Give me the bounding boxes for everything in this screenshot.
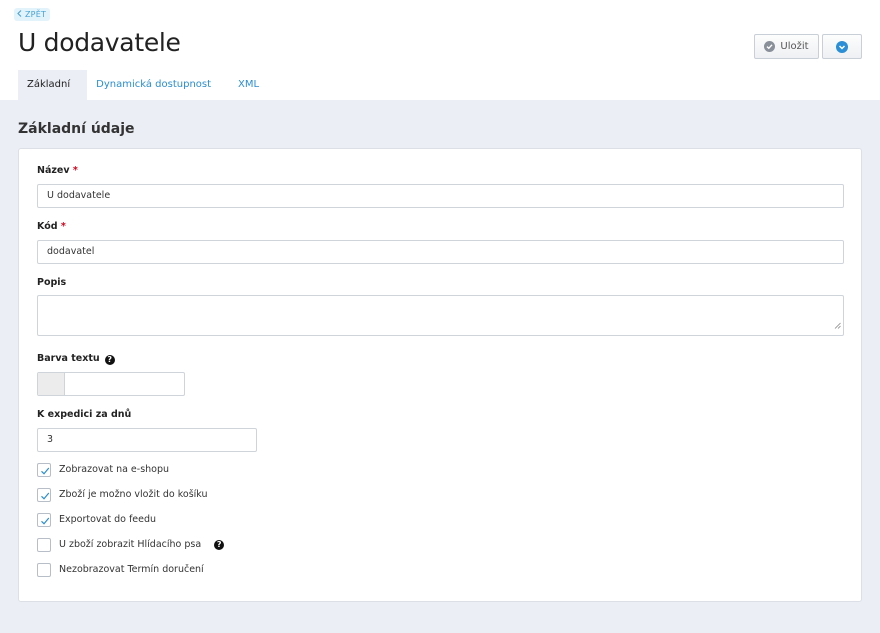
tab-bar: Základní Dynamická dostupnost XML: [18, 70, 268, 100]
checkbox-label: Zobrazovat na e-shopu: [59, 464, 170, 475]
back-link[interactable]: ZPĚT: [14, 8, 51, 21]
code-label: Kód *: [37, 221, 66, 232]
help-icon[interactable]: ?: [104, 355, 115, 365]
more-actions-button[interactable]: [822, 34, 862, 59]
description-field[interactable]: [37, 295, 844, 336]
back-label: ZPĚT: [25, 10, 47, 19]
ship-days-label: K expedici za dnů: [37, 409, 132, 420]
check-circle-icon: [764, 41, 776, 52]
tab-dynamic-availability[interactable]: Dynamická dostupnost: [87, 70, 229, 100]
required-mark: *: [72, 165, 78, 176]
color-swatch[interactable]: [38, 373, 65, 395]
name-field[interactable]: U dodavatele: [37, 184, 844, 208]
checkbox[interactable]: [37, 462, 51, 477]
checkbox-export-feed[interactable]: Exportovat do feedu: [37, 512, 156, 527]
required-mark: *: [60, 221, 66, 232]
checkbox[interactable]: [37, 512, 51, 527]
checkbox-add-to-cart[interactable]: Zboží je možno vložit do košíku: [37, 487, 208, 502]
checkbox-show-eshop[interactable]: Zobrazovat na e-shopu: [37, 462, 169, 477]
resize-handle-icon[interactable]: [834, 314, 841, 333]
ship-days-field[interactable]: 3: [37, 428, 257, 452]
checkbox[interactable]: [37, 562, 51, 577]
chevron-left-icon: [17, 8, 23, 21]
section-title: Základní údaje: [18, 121, 135, 137]
description-label: Popis: [37, 277, 67, 288]
name-label: Název *: [37, 165, 78, 176]
checkbox[interactable]: [37, 537, 51, 552]
page-header: ZPĚT U dodavatele Uložit Základní Dynami…: [0, 0, 880, 100]
chevron-down-icon: [836, 40, 848, 53]
text-color-label: Barva textu?: [37, 353, 115, 365]
checkbox-watchdog[interactable]: U zboží zobrazit Hlídacího psa ?: [37, 537, 225, 552]
checkbox-label: Exportovat do feedu: [59, 514, 157, 525]
checkbox-label: U zboží zobrazit Hlídacího psa: [59, 539, 202, 550]
content-area: Základní údaje Název * U dodavatele Kód …: [0, 100, 880, 633]
code-field[interactable]: dodavatel: [37, 240, 844, 264]
tab-basic[interactable]: Základní: [18, 70, 88, 100]
save-button[interactable]: Uložit: [754, 34, 819, 59]
text-color-field[interactable]: [37, 372, 185, 396]
form-card: Název * U dodavatele Kód * dodavatel Pop…: [18, 148, 862, 602]
save-label: Uložit: [780, 41, 809, 52]
tab-xml[interactable]: XML: [229, 70, 268, 100]
checkbox-hide-delivery-term[interactable]: Nezobrazovat Termín doručení: [37, 562, 204, 577]
help-icon[interactable]: ?: [214, 539, 225, 550]
checkbox-label: Nezobrazovat Termín doručení: [59, 564, 204, 575]
checkbox-label: Zboží je možno vložit do košíku: [59, 489, 208, 500]
checkbox[interactable]: [37, 487, 51, 502]
page-title: U dodavatele: [18, 28, 181, 57]
